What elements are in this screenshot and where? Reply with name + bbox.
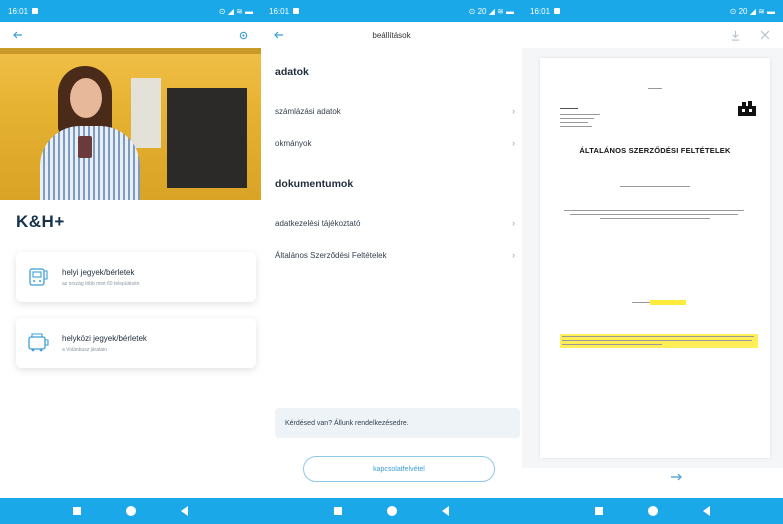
hero-window <box>167 88 247 188</box>
bus-icon <box>26 331 50 355</box>
doc-text-line <box>564 210 744 211</box>
doc-text-line <box>632 302 650 303</box>
settings-item-label: számlázási adatok <box>275 106 341 116</box>
chevron-right-icon: › <box>512 138 515 148</box>
local-tickets-card[interactable]: helyi jegyek/bérletek az ország több min… <box>16 252 256 302</box>
doc-highlight <box>650 300 686 305</box>
status-indicators: ⊙ 20 ◢ ≋ ▬ <box>729 6 775 16</box>
notification-icon <box>293 8 300 14</box>
settings-item-privacy[interactable]: adatkezelési tájékoztató › <box>275 212 515 234</box>
android-nav-bar <box>0 498 261 524</box>
home-topbar <box>0 22 261 48</box>
section-heading-data: adatok <box>275 66 309 78</box>
status-time: 16:01 <box>530 6 551 16</box>
hero-person <box>40 56 140 200</box>
doc-text-line <box>560 118 594 119</box>
recents-button[interactable] <box>71 505 83 517</box>
doc-text-line <box>562 340 752 341</box>
doc-text-line <box>620 186 690 187</box>
help-text: Kérdésed van? Állunk rendelkezésedre. <box>285 419 409 427</box>
back-button[interactable] <box>179 505 191 517</box>
doc-text-line <box>560 122 588 123</box>
status-bar: 16:01 ⊙ 20 ◢ ≋ ▬ <box>522 0 783 22</box>
status-indicators: ⊙ ◢ ≋ ▬ <box>218 6 253 16</box>
status-indicators: ⊙ 20 ◢ ≋ ▬ <box>468 6 514 16</box>
close-icon[interactable] <box>757 27 773 43</box>
status-bar: 16:01 ⊙ ◢ ≋ ▬ <box>0 0 261 22</box>
hero-rail <box>0 48 261 54</box>
notification-icon <box>32 8 39 14</box>
settings-topbar: beállítások <box>261 22 522 48</box>
document-title: ÁLTALÁNOS SZERZŐDÉSI FELTÉTELEK <box>579 146 731 155</box>
back-arrow-icon[interactable] <box>10 27 26 43</box>
status-time: 16:01 <box>269 6 290 16</box>
doc-text-line <box>560 108 578 109</box>
download-icon[interactable] <box>727 27 743 43</box>
settings-item-label: okmányok <box>275 138 312 148</box>
tram-icon <box>26 265 50 289</box>
kh-logo-icon <box>736 100 758 116</box>
card-title: helyközi jegyek/bérletek <box>62 333 147 343</box>
home-button[interactable] <box>125 505 137 517</box>
section-heading-documents: dokumentumok <box>275 178 354 190</box>
chevron-right-icon: › <box>512 218 515 228</box>
doc-text-line <box>560 126 592 127</box>
back-button[interactable] <box>440 505 452 517</box>
help-box: Kérdésed van? Állunk rendelkezésedre. <box>275 408 520 438</box>
page-title: beállítások <box>372 30 411 40</box>
doc-text-line <box>600 218 710 219</box>
hero-image <box>0 48 261 200</box>
card-subtitle: az ország több mint 60 településén <box>62 280 140 287</box>
recents-button[interactable] <box>332 505 344 517</box>
hero-door <box>131 78 161 148</box>
chevron-right-icon: › <box>512 106 515 116</box>
doc-text-line <box>562 336 754 337</box>
doc-header-mark <box>648 88 662 89</box>
contact-button[interactable]: kapcsolatfelvétel <box>303 456 495 482</box>
settings-screen: 16:01 ⊙ 20 ◢ ≋ ▬ beállítások adatok szám… <box>261 0 522 524</box>
settings-item-terms[interactable]: Általános Szerződési Feltételek › <box>275 244 515 266</box>
document-viewer-screen: 16:01 ⊙ 20 ◢ ≋ ▬ ÁLTALÁNOS SZERZŐDÉSI FE… <box>522 0 783 524</box>
chevron-right-icon: › <box>512 250 515 260</box>
arrow-right-icon[interactable] <box>670 472 682 485</box>
recents-button[interactable] <box>593 505 605 517</box>
document-page: ÁLTALÁNOS SZERZŐDÉSI FELTÉTELEK <box>540 58 770 458</box>
status-time: 16:01 <box>8 6 29 16</box>
viewer-topbar <box>522 22 783 48</box>
settings-item-billing[interactable]: számlázási adatok › <box>275 100 515 122</box>
intercity-tickets-card[interactable]: helyközi jegyek/bérletek a Volánbusz jár… <box>16 318 256 368</box>
doc-text-line <box>562 344 662 345</box>
status-bar: 16:01 ⊙ 20 ◢ ≋ ▬ <box>261 0 522 22</box>
android-nav-bar <box>522 498 783 524</box>
home-screen: 16:01 ⊙ ◢ ≋ ▬ K&H+ helyi jegyek/bérletek… <box>0 0 261 524</box>
gear-icon[interactable] <box>235 27 251 43</box>
notification-icon <box>554 8 561 14</box>
doc-text-line <box>570 214 738 215</box>
screens-container: 16:01 ⊙ ◢ ≋ ▬ K&H+ helyi jegyek/bérletek… <box>0 0 783 524</box>
home-button[interactable] <box>386 505 398 517</box>
back-arrow-icon[interactable] <box>271 27 287 43</box>
brand-logo: K&H+ <box>16 212 65 231</box>
card-title: helyi jegyek/bérletek <box>62 267 135 277</box>
doc-text-line <box>560 114 600 115</box>
document-area[interactable]: ÁLTALÁNOS SZERZŐDÉSI FELTÉTELEK <box>522 48 783 468</box>
back-button[interactable] <box>701 505 713 517</box>
settings-item-label: adatkezelési tájékoztató <box>275 218 361 228</box>
settings-item-label: Általános Szerződési Feltételek <box>275 250 387 260</box>
card-subtitle: a Volánbusz járatain <box>62 346 108 353</box>
settings-item-documents-id[interactable]: okmányok › <box>275 132 515 154</box>
android-nav-bar <box>261 498 522 524</box>
home-button[interactable] <box>647 505 659 517</box>
